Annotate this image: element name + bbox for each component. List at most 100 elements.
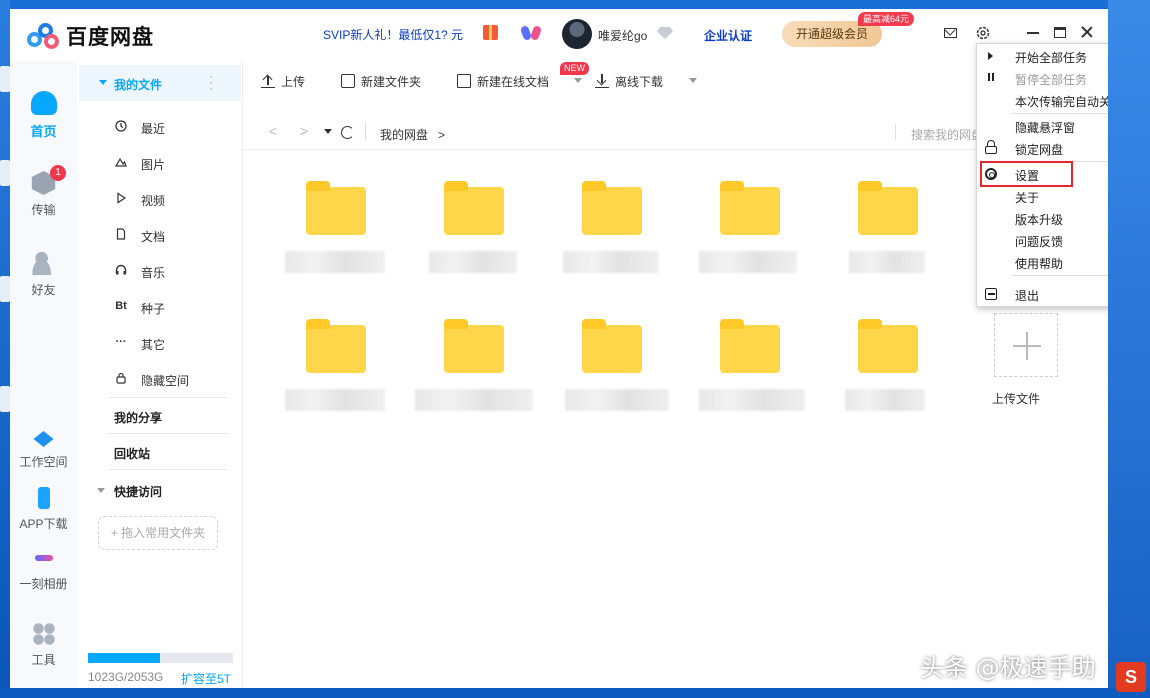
sidebar-item-label: 图片 <box>141 158 166 172</box>
desktop-icon[interactable] <box>0 160 10 186</box>
nav-item-app-download[interactable]: APP下载 <box>10 487 77 532</box>
nav-item-friends[interactable]: 好友 <box>10 251 77 298</box>
folder-icon <box>858 181 918 235</box>
menu-item-help[interactable]: 使用帮助 <box>977 251 1108 273</box>
menu-item-start-all[interactable]: 开始全部任务 <box>977 45 1108 67</box>
username[interactable]: 唯爱纶go <box>598 27 647 44</box>
folder-item[interactable] <box>829 175 939 285</box>
menu-item-upgrade[interactable]: 版本升级 <box>977 207 1108 229</box>
collapse-arrow-icon[interactable] <box>97 488 105 493</box>
folder-item[interactable] <box>277 313 387 423</box>
menu-item-exit[interactable]: 退出 <box>977 283 1108 305</box>
folder-name-blurred <box>429 251 517 273</box>
breadcrumb-separator: > <box>438 128 446 142</box>
image-icon <box>115 157 127 167</box>
new-online-doc-button[interactable]: 新建在线文档 <box>457 73 549 90</box>
headphones-icon <box>115 264 127 275</box>
sidebar-item-recent[interactable]: 最近 <box>77 116 237 140</box>
breadcrumb-root[interactable]: 我的网盘 <box>380 128 428 142</box>
folder-item[interactable] <box>415 175 525 285</box>
menu-item-about[interactable]: 关于 <box>977 185 1108 207</box>
desktop-icon[interactable] <box>0 66 10 92</box>
upload-button[interactable]: 上传 <box>261 73 305 90</box>
folder-item[interactable] <box>691 313 805 423</box>
nav-item-transfer[interactable]: 1 传输 <box>10 165 77 218</box>
maximize-icon[interactable] <box>1054 27 1066 38</box>
folder-name-blurred <box>699 251 797 273</box>
quick-access-header[interactable]: 快捷访问 <box>114 483 162 500</box>
sidebar-item-my-files[interactable]: 我的文件 · · · <box>79 65 241 101</box>
gift-icon[interactable] <box>483 25 498 40</box>
menu-item-hide-float-window[interactable]: 隐藏悬浮窗 <box>977 115 1108 137</box>
minimize-icon[interactable] <box>1026 25 1040 39</box>
sidebar-item-recycle-bin[interactable]: 回收站 <box>114 445 150 462</box>
folder-icon <box>582 319 642 373</box>
breadcrumb[interactable]: 我的网盘 > <box>380 126 445 143</box>
sidebar-item-torrents[interactable]: Bt 种子 <box>77 296 237 320</box>
sidebar-item-label: 种子 <box>141 302 166 316</box>
folder-item[interactable] <box>691 175 801 285</box>
nav-label: 工具 <box>31 653 56 667</box>
sidebar-item-my-share[interactable]: 我的分享 <box>114 409 162 426</box>
enterprise-verify-link[interactable]: 企业认证 <box>704 27 752 44</box>
new-folder-button[interactable]: 新建文件夹 <box>341 73 421 90</box>
nav-item-workspace[interactable]: 工作空间 <box>10 431 77 470</box>
colorful-app-icon[interactable] <box>519 25 543 41</box>
offline-download-button[interactable]: 离线下载 <box>595 73 663 90</box>
divider <box>109 469 227 470</box>
drop-common-folder-zone[interactable]: + 拖入常用文件夹 <box>98 516 218 550</box>
divider <box>365 122 366 140</box>
expand-storage-link[interactable]: 扩容至5T <box>181 670 231 687</box>
transfer-count-badge: 1 <box>50 165 66 181</box>
sidebar-item-label: 音乐 <box>141 266 166 280</box>
sidebar-item-documents[interactable]: 文档 <box>77 224 237 248</box>
back-arrow-icon[interactable]: < <box>269 123 277 139</box>
folder-item[interactable] <box>829 313 939 423</box>
desktop-icon[interactable] <box>0 276 10 302</box>
sidebar-item-label: 视频 <box>141 194 166 208</box>
chevron-down-icon[interactable] <box>574 78 582 83</box>
nav-item-album[interactable]: 一刻相册 <box>10 547 77 592</box>
history-dropdown-icon[interactable] <box>324 129 332 134</box>
exit-icon <box>985 288 997 300</box>
forward-arrow-icon[interactable]: > <box>300 123 308 139</box>
expand-arrow-icon[interactable] <box>99 80 107 85</box>
close-icon[interactable] <box>1080 25 1094 39</box>
desktop-icon[interactable] <box>0 386 10 412</box>
upload-file-tile[interactable] <box>994 313 1058 377</box>
diamond-icon[interactable] <box>657 27 673 39</box>
folder-item[interactable] <box>553 175 663 285</box>
folder-item[interactable] <box>553 313 669 423</box>
folder-name-blurred <box>849 251 925 273</box>
sidebar-item-label: 我的文件 <box>114 78 163 92</box>
sidebar-item-hidden-space[interactable]: 隐藏空间 <box>77 368 237 392</box>
upload-icon <box>261 74 275 88</box>
mail-icon[interactable] <box>944 28 957 38</box>
more-options-icon[interactable]: · · · <box>209 70 213 94</box>
sidebar-item-videos[interactable]: 视频 <box>77 188 237 212</box>
folder-icon <box>444 181 504 235</box>
refresh-icon[interactable] <box>341 126 354 139</box>
nav-item-home[interactable]: 首页 <box>10 91 77 140</box>
menu-item-auto-shutdown[interactable]: 本次传输完自动关机 <box>977 89 1108 111</box>
sidebar-item-images[interactable]: 图片 <box>77 152 237 176</box>
lock-icon <box>116 372 126 384</box>
menu-item-feedback[interactable]: 问题反馈 <box>977 229 1108 251</box>
nav-item-tools[interactable]: 工具 <box>10 623 77 668</box>
gear-icon[interactable] <box>975 25 991 41</box>
upload-file-label[interactable]: 上传文件 <box>992 390 1040 407</box>
sidebar-item-music[interactable]: 音乐 <box>77 260 237 284</box>
svip-promo-link[interactable]: SVIP新人礼！最低仅1? 元 <box>323 26 463 43</box>
sidebar-item-other[interactable]: ··· 其它 <box>77 332 237 356</box>
bt-icon: Bt <box>115 300 127 312</box>
folder-item[interactable] <box>277 175 387 285</box>
new-online-doc-label: 新建在线文档 <box>477 75 550 89</box>
folder-item[interactable] <box>415 313 533 423</box>
workspace-icon <box>33 431 54 447</box>
menu-item-label: 版本升级 <box>1015 213 1064 227</box>
avatar[interactable] <box>562 19 592 49</box>
menu-item-label: 问题反馈 <box>1015 235 1064 249</box>
menu-item-lock-netdisk[interactable]: 锁定网盘 <box>977 137 1108 159</box>
chevron-down-icon[interactable] <box>689 78 697 83</box>
folder-name-blurred <box>285 251 385 273</box>
